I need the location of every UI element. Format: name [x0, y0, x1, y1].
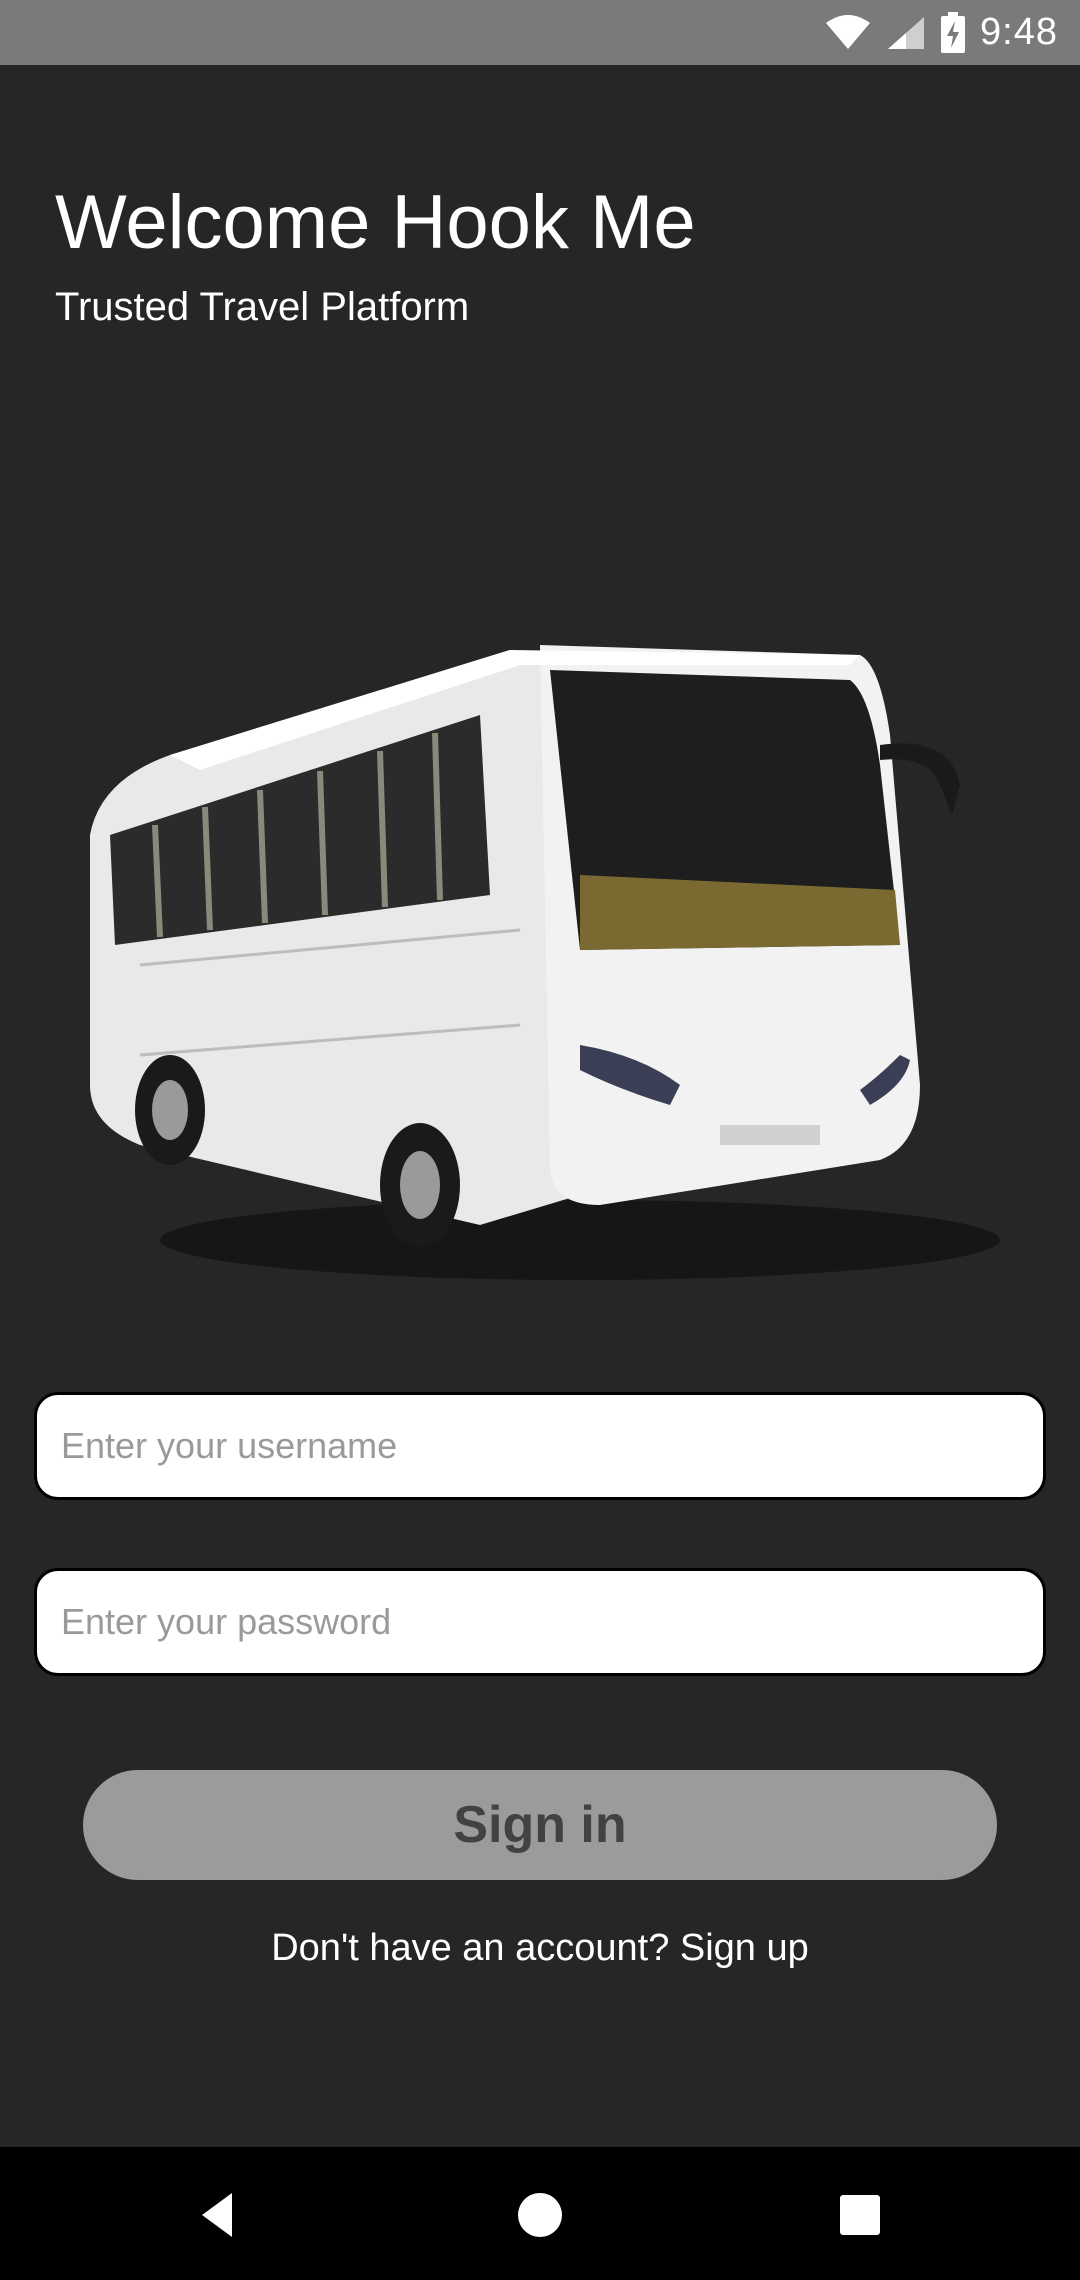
sign-in-button[interactable]: Sign in [83, 1770, 997, 1880]
system-nav-bar [0, 2147, 1080, 2280]
bus-image [90, 645, 1000, 1280]
password-input[interactable] [34, 1568, 1046, 1676]
wifi-icon [824, 14, 872, 51]
page-subtitle: Trusted Travel Platform [55, 285, 470, 329]
username-input[interactable] [34, 1392, 1046, 1500]
sign-up-link[interactable]: Don't have an account? Sign up [0, 1927, 1080, 1970]
status-time: 9:48 [980, 11, 1058, 53]
login-screen: Welcome Hook Me Trusted Travel Platform [0, 65, 1080, 2147]
back-icon[interactable] [190, 2185, 250, 2245]
cell-signal-icon [886, 15, 926, 51]
battery-charging-icon [940, 11, 966, 54]
page-title: Welcome Hook Me [55, 180, 696, 265]
home-icon[interactable] [510, 2185, 570, 2245]
recents-icon[interactable] [830, 2185, 890, 2245]
status-bar: 9:48 [0, 0, 1080, 65]
